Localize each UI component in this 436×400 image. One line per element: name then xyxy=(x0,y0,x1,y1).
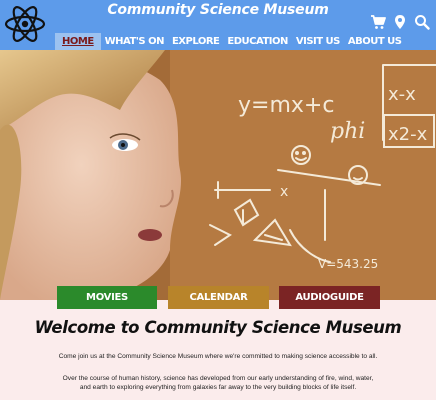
nav-visit-us[interactable]: VISIT US xyxy=(292,33,344,50)
history-paragraph: Over the course of human history, scienc… xyxy=(62,375,374,391)
hero-illustration: y=mx+c phi x-x x2-x V=543.25 x xyxy=(0,50,436,300)
nav-whats-on[interactable]: WHAT'S ON xyxy=(101,33,168,50)
intro-paragraph: Come join us at the Community Science Mu… xyxy=(58,353,378,360)
svg-text:x-x: x-x xyxy=(388,84,416,105)
location-pin-icon[interactable] xyxy=(392,14,408,30)
welcome-heading: Welcome to Community Science Museum xyxy=(34,318,402,337)
nav-home[interactable]: HOME xyxy=(55,33,101,50)
svg-text:x2-x: x2-x xyxy=(388,124,428,145)
site-header: Community Science Museum HOME WHAT'S ON … xyxy=(0,0,436,50)
nav-explore[interactable]: EXPLORE xyxy=(168,33,223,50)
audioguide-button[interactable]: AUDIOGUIDE xyxy=(279,286,380,309)
svg-text:x: x xyxy=(280,184,288,200)
search-icon[interactable] xyxy=(414,14,430,30)
main-nav: HOME WHAT'S ON EXPLORE EDUCATION VISIT U… xyxy=(55,33,405,50)
movies-button[interactable]: MOVIES xyxy=(57,286,157,309)
nav-education[interactable]: EDUCATION xyxy=(223,33,291,50)
svg-text:V=543.25: V=543.25 xyxy=(318,257,378,271)
cart-icon[interactable] xyxy=(370,14,386,30)
hero-image: y=mx+c phi x-x x2-x V=543.25 x xyxy=(0,50,436,300)
header-icons xyxy=(370,14,430,30)
svg-text:phi: phi xyxy=(330,119,365,144)
svg-text:y=mx+c: y=mx+c xyxy=(238,93,334,118)
nav-about-us[interactable]: ABOUT US xyxy=(344,33,406,50)
calendar-button[interactable]: CALENDAR xyxy=(168,286,269,309)
